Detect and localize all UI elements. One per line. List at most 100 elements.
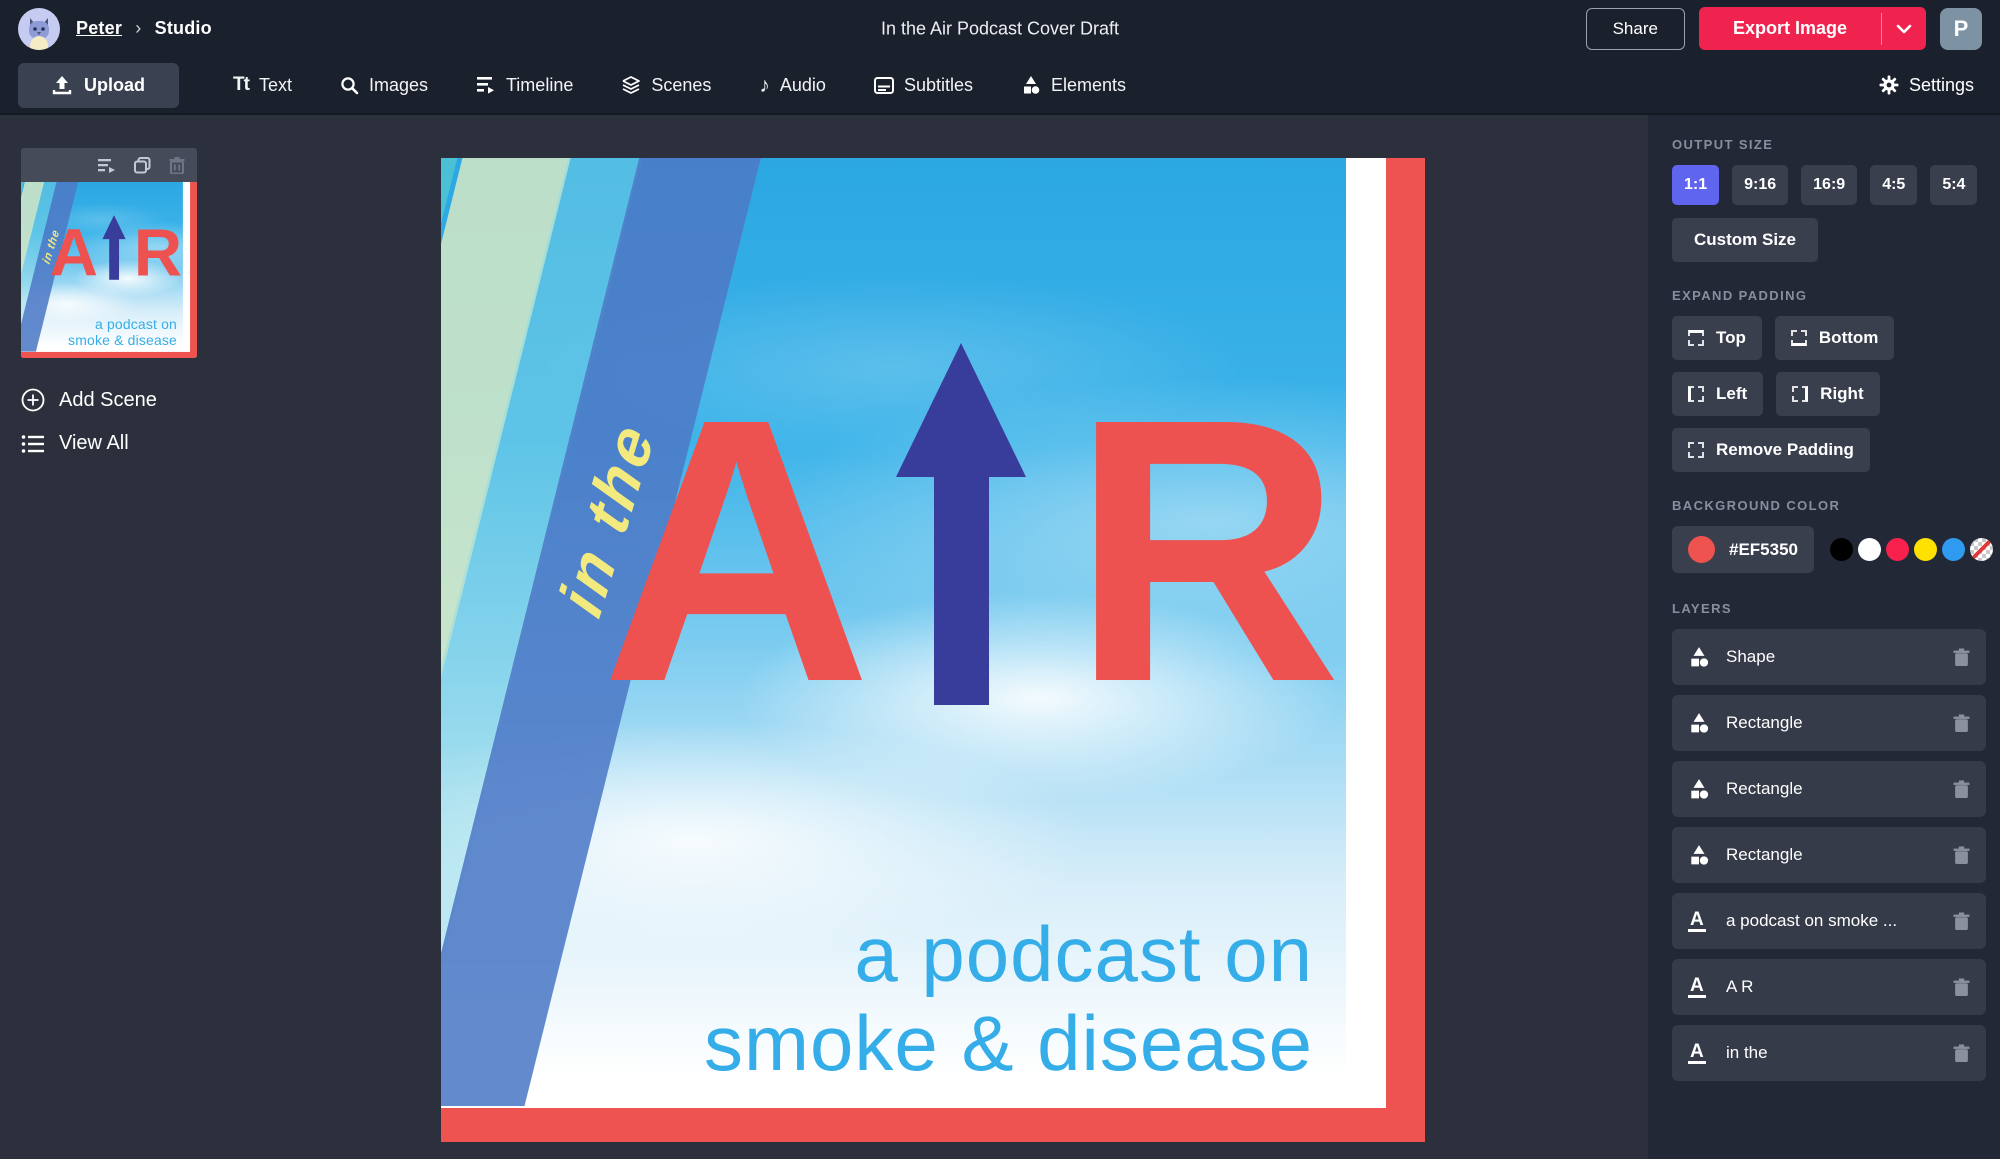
delete-layer-icon[interactable] — [1953, 977, 1970, 997]
padding-left-button[interactable]: Left — [1672, 372, 1764, 416]
scenes-sidebar: in the A R a podcast on smoke & disease — [0, 115, 218, 1159]
padding-top-button[interactable]: Top — [1672, 316, 1762, 360]
preset-yellow[interactable] — [1914, 538, 1937, 561]
view-all-button[interactable]: View All — [21, 432, 218, 455]
timeline-icon — [476, 76, 496, 94]
tab-timeline-label: Timeline — [505, 74, 574, 95]
tab-subtitles[interactable]: Subtitles — [854, 65, 993, 106]
breadcrumb: Peter › Studio — [76, 18, 212, 39]
gear-icon — [1879, 75, 1899, 95]
padding-right-label: Right — [1820, 384, 1864, 403]
layer-row-rectangle-3[interactable]: Rectangle — [1672, 827, 1986, 883]
padding-right-button[interactable]: Right — [1776, 372, 1880, 416]
breadcrumb-user-link[interactable]: Peter — [76, 18, 122, 38]
scene-thumbnail[interactable]: in the A R a podcast on smoke & disease — [21, 182, 197, 358]
settings-label: Settings — [1908, 74, 1974, 95]
layer-row-rectangle-2[interactable]: Rectangle — [1672, 761, 1986, 817]
preset-transparent[interactable] — [1970, 538, 1993, 561]
canvas[interactable]: in the A R a podcast on smoke & disease — [441, 158, 1425, 1142]
upload-button[interactable]: Upload — [18, 62, 179, 108]
layer-row-text-ar[interactable]: A A R — [1672, 959, 1986, 1015]
cover-letter-r[interactable]: R — [1071, 364, 1342, 739]
view-all-label: View All — [59, 432, 129, 454]
cover-letter-a[interactable]: A — [601, 364, 872, 739]
delete-layer-icon[interactable] — [1953, 647, 1970, 667]
layer-row-shape[interactable]: Shape — [1672, 629, 1986, 685]
background-color-label: BACKGROUND COLOR — [1672, 498, 1841, 513]
tab-timeline[interactable]: Timeline — [456, 65, 593, 106]
red-frame-bottom[interactable] — [441, 1108, 1425, 1142]
add-scene-button[interactable]: Add Scene — [21, 388, 218, 412]
text-layer-icon: A — [1688, 1041, 1718, 1065]
scene-reorder-icon[interactable] — [98, 158, 116, 173]
remove-padding-label: Remove Padding — [1716, 440, 1854, 459]
padding-top-label: Top — [1716, 328, 1746, 347]
size-option-1-1[interactable]: 1:1 — [1672, 165, 1720, 205]
export-options-caret[interactable] — [1881, 12, 1926, 45]
export-image-label[interactable]: Export Image — [1699, 7, 1881, 50]
padding-bottom-button[interactable]: Bottom — [1774, 316, 1895, 360]
layer-row-rectangle-1[interactable]: Rectangle — [1672, 695, 1986, 751]
cat-avatar-icon — [29, 17, 49, 50]
tab-images[interactable]: Images — [320, 65, 448, 106]
layer-row-text-podcast[interactable]: A a podcast on smoke ... — [1672, 893, 1986, 949]
preset-black[interactable] — [1830, 538, 1853, 561]
scene-delete-icon[interactable] — [169, 156, 185, 174]
delete-layer-icon[interactable] — [1953, 779, 1970, 799]
layer-label: in the — [1726, 1043, 1768, 1062]
delete-layer-icon[interactable] — [1953, 911, 1970, 931]
preset-white[interactable] — [1858, 538, 1881, 561]
tab-text-label: Text — [258, 74, 292, 95]
delete-layer-icon[interactable] — [1953, 713, 1970, 733]
scene-toolbar — [21, 148, 197, 182]
size-option-9-16[interactable]: 9:16 — [1732, 165, 1789, 205]
scene-duplicate-icon[interactable] — [134, 156, 151, 174]
preset-blue[interactable] — [1942, 538, 1965, 561]
red-frame-right — [190, 182, 197, 358]
shape-layer-icon — [1688, 712, 1718, 734]
custom-size-button[interactable]: Custom Size — [1672, 218, 1819, 262]
export-image-button[interactable]: Export Image — [1698, 7, 1926, 50]
chevron-down-icon — [1896, 24, 1912, 33]
layer-label: Shape — [1726, 647, 1776, 666]
size-option-16-9[interactable]: 16:9 — [1801, 165, 1858, 205]
upload-label: Upload — [84, 74, 145, 95]
up-arrow-shape[interactable] — [896, 343, 1026, 705]
tagline-line1: a podcast on — [94, 316, 178, 333]
scenes-icon — [621, 75, 641, 95]
upload-icon — [52, 76, 72, 95]
tagline-line1: a podcast on — [854, 910, 1313, 998]
delete-layer-icon[interactable] — [1953, 1043, 1970, 1063]
text-icon: Tt — [233, 74, 250, 95]
subtitles-icon — [873, 76, 894, 94]
size-option-5-4[interactable]: 5:4 — [1930, 165, 1978, 205]
cover-letter-a: A — [49, 214, 99, 290]
layers-label: LAYERS — [1672, 601, 1732, 616]
background-color-chip[interactable]: #EF5350 — [1672, 526, 1814, 573]
tab-text[interactable]: Tt Text — [213, 64, 312, 106]
tab-elements[interactable]: Elements — [1001, 65, 1146, 106]
main-toolbar: Upload Tt Text Images Timeline Scenes ♪ … — [0, 57, 2000, 115]
search-icon — [340, 76, 359, 95]
remove-padding-button[interactable]: Remove Padding — [1672, 428, 1870, 472]
share-button[interactable]: Share — [1585, 7, 1685, 50]
tab-scenes[interactable]: Scenes — [601, 65, 731, 106]
profile-chip[interactable]: P — [1940, 7, 1982, 50]
size-option-4-5[interactable]: 4:5 — [1870, 165, 1918, 205]
scene-card: in the A R a podcast on smoke & disease — [21, 148, 197, 358]
layer-row-text-inthe[interactable]: A in the — [1672, 1025, 1986, 1081]
settings-panel: OUTPUT SIZE 1:1 9:16 16:9 4:5 5:4 Custom… — [1648, 115, 2000, 1159]
padding-bottom-icon — [1790, 330, 1807, 346]
text-layer-icon: A — [1688, 909, 1718, 933]
settings-button[interactable]: Settings — [1879, 75, 1982, 96]
user-avatar[interactable] — [18, 7, 60, 50]
audio-icon: ♪ — [759, 73, 770, 97]
padding-bottom-label: Bottom — [1818, 328, 1879, 347]
delete-layer-icon[interactable] — [1953, 845, 1970, 865]
tab-audio[interactable]: ♪ Audio — [739, 65, 846, 106]
preset-red[interactable] — [1886, 538, 1909, 561]
tab-audio-label: Audio — [779, 74, 826, 95]
tagline-line2: smoke & disease — [68, 332, 178, 349]
cover-tagline[interactable]: a podcast on smoke & disease — [704, 910, 1313, 1088]
red-frame-right[interactable] — [1386, 158, 1425, 1142]
